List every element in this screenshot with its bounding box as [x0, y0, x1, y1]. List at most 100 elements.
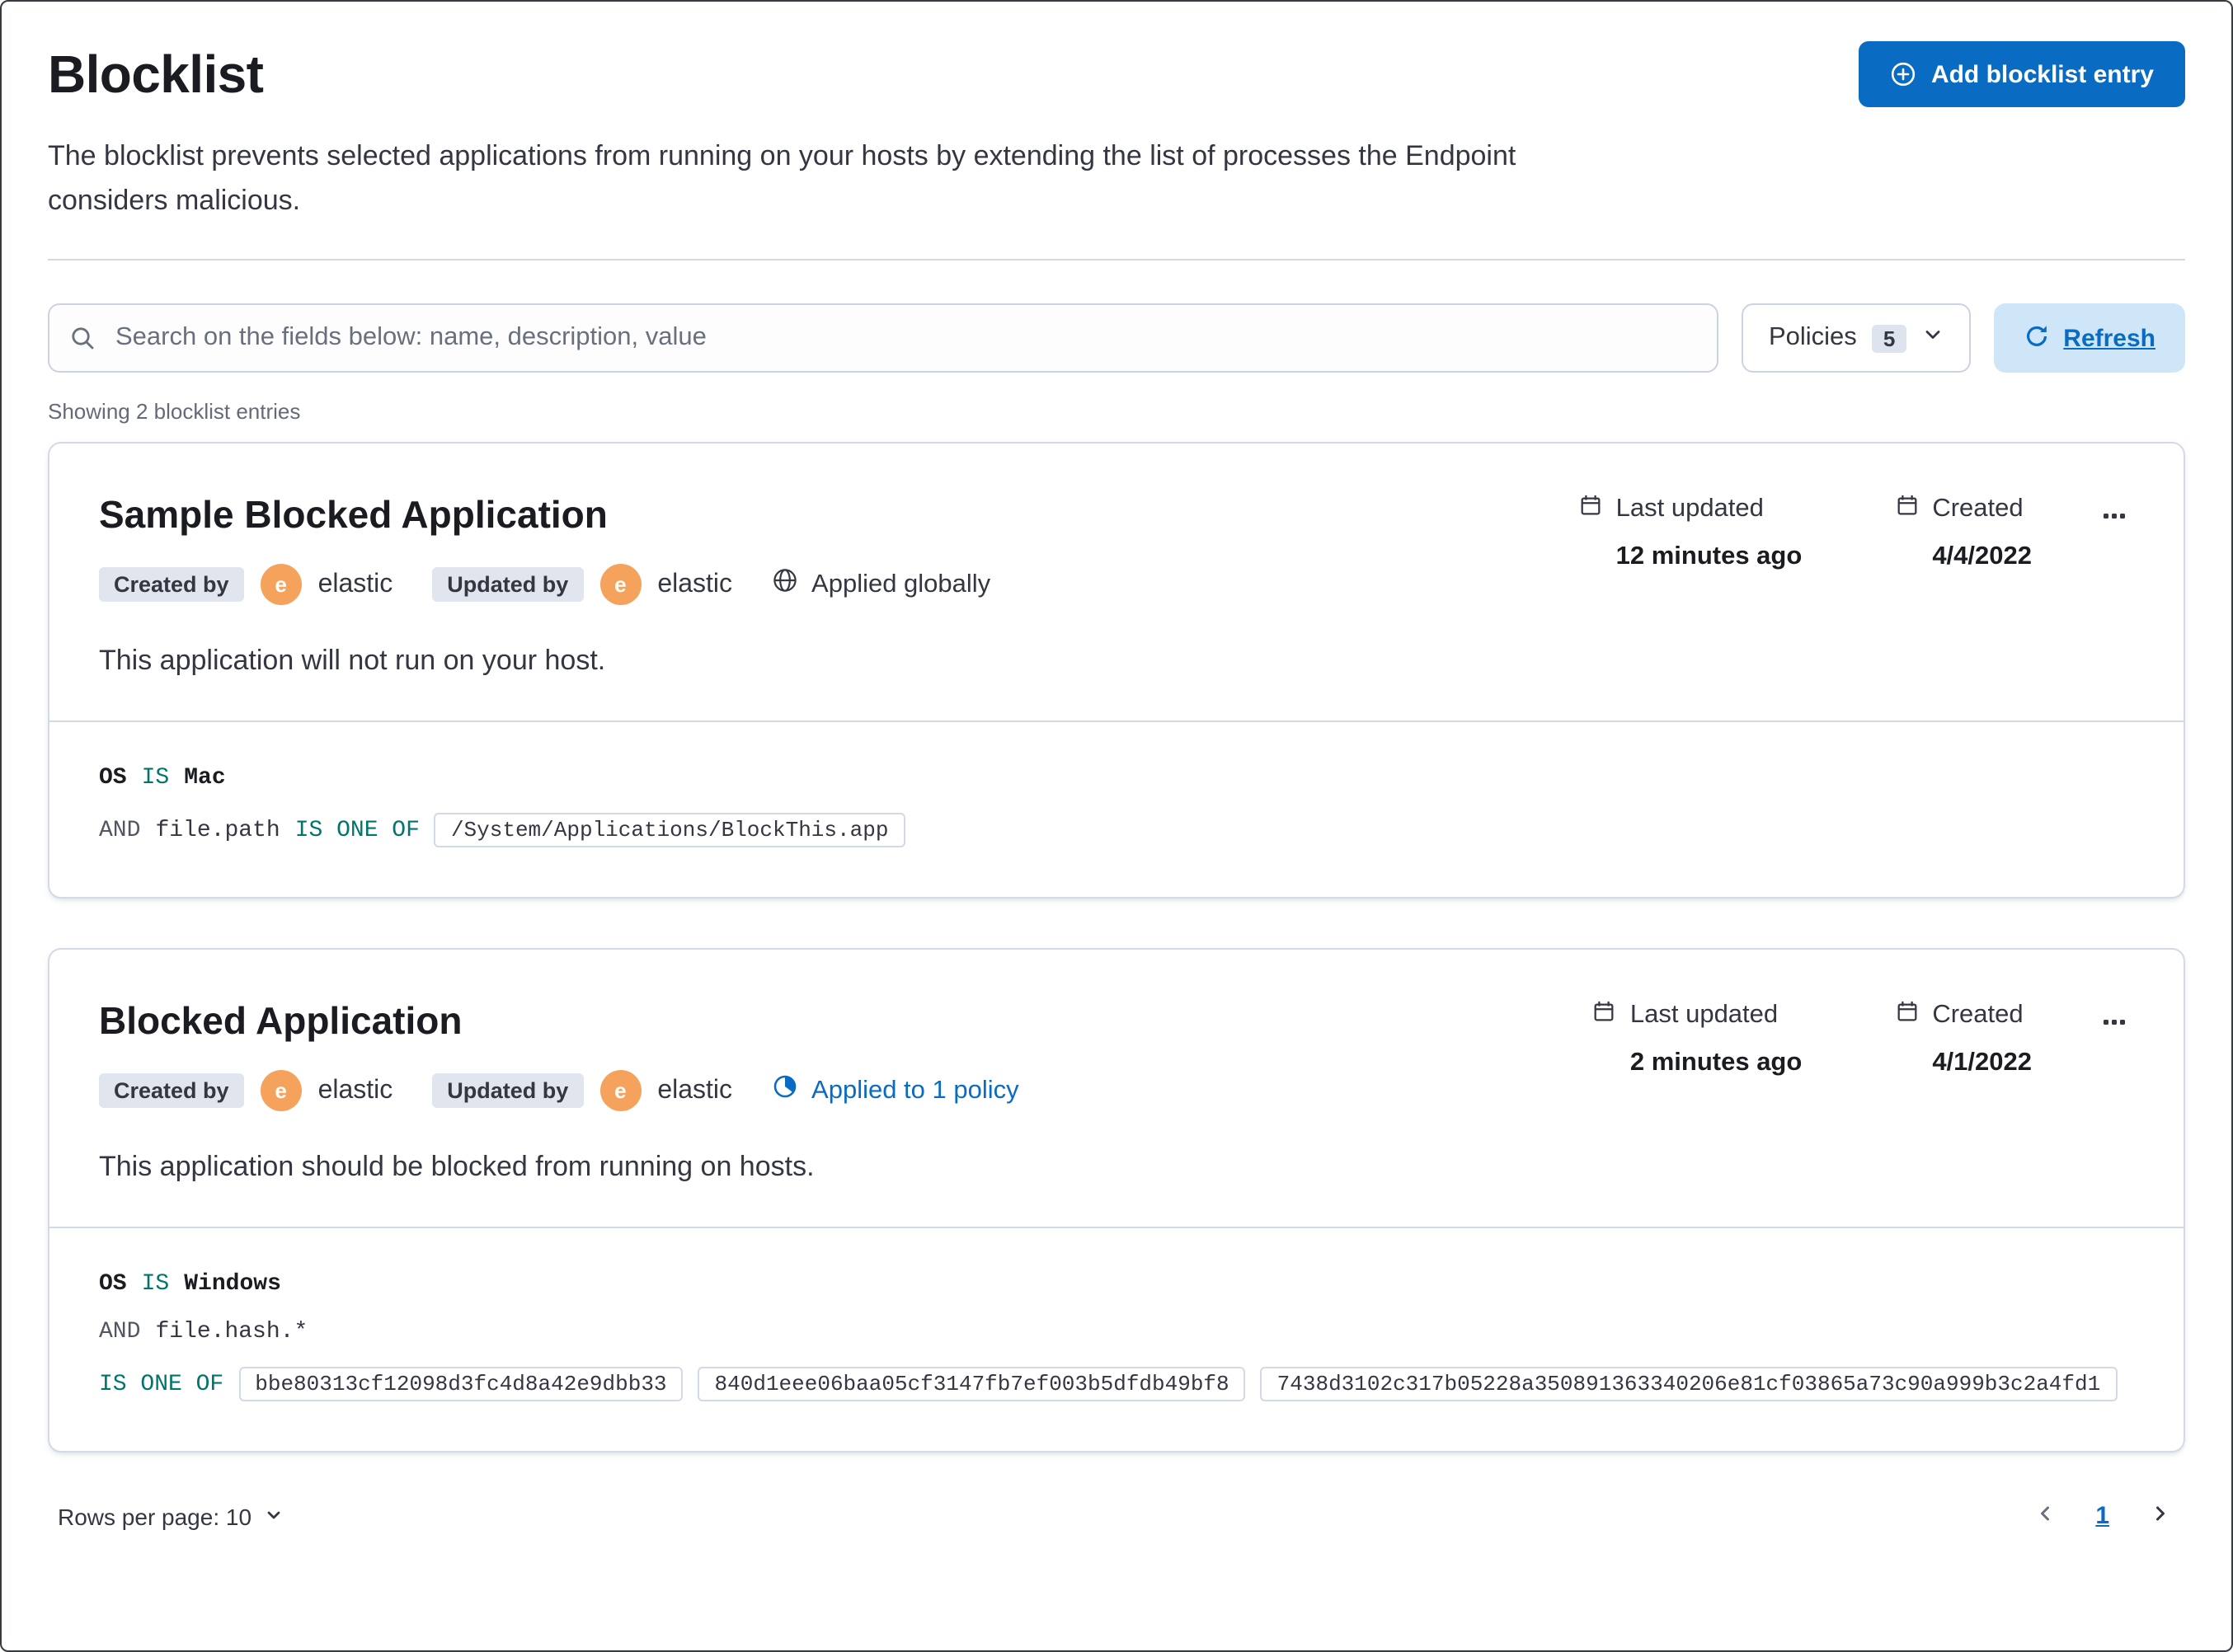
criteria-plain-token: file.hash.* [155, 1319, 308, 1346]
created-column: Created 4/4/2022 [1894, 494, 2032, 573]
add-blocklist-entry-label: Add blocklist entry [1930, 60, 2154, 88]
table-footer: Rows per page: 10 1 [48, 1496, 2185, 1547]
applied-policy-link[interactable]: Applied to 1 policy [772, 1074, 1019, 1109]
next-page-button[interactable] [2142, 1496, 2179, 1537]
last-updated-label: Last updated [1629, 1001, 1779, 1030]
entry-meta-row: Created by e elastic Updated by e elasti… [99, 564, 990, 606]
updated-by-badge: Updated by [432, 567, 584, 603]
calendar-icon [1578, 494, 1603, 527]
criteria-line: AND file.path IS ONE OF/System/Application… [99, 813, 2134, 848]
criteria-conj-token: AND [99, 817, 141, 844]
last-updated-column: Last updated 12 minutes ago [1578, 494, 1803, 573]
boxes-horizontal-icon [2101, 510, 2127, 535]
entry-card-header: Blocked Application Created by e elastic… [49, 950, 2184, 1112]
criteria-op-token: IS [141, 1271, 170, 1298]
created-by-badge: Created by [99, 1073, 244, 1109]
page-description: The blocklist prevents selected applicat… [48, 140, 1516, 217]
last-updated-label: Last updated [1615, 495, 1764, 523]
entry-description: This application should be blocked from … [99, 1151, 815, 1183]
entry-actions-menu-button[interactable] [2094, 1003, 2134, 1048]
scale-wrapper: Blocklist Add blocklist entry The blockl… [0, 0, 2233, 1652]
avatar: e [599, 564, 642, 606]
globe-icon [772, 568, 798, 603]
criteria-op-token: IS [141, 765, 170, 792]
header-divider [48, 259, 2185, 261]
avatar: e [599, 1070, 642, 1112]
criteria-value-box: bbe80313cf12098d3fc4d8a42e9dbb33 [238, 1367, 684, 1402]
criteria-line: OS IS Mac [99, 766, 2134, 792]
refresh-icon [2024, 323, 2050, 354]
criteria-field-token: OS [99, 1271, 127, 1298]
criteria-line: AND file.hash.* [99, 1320, 2134, 1346]
created-label: Created [1932, 495, 2024, 523]
entry-card-header-left: Blocked Application Created by e elastic… [99, 1000, 1019, 1112]
updated-by-name: elastic [657, 1076, 733, 1105]
app-window: Blocklist Add blocklist entry The blockl… [0, 0, 2233, 1652]
calendar-icon [1894, 1000, 1919, 1033]
avatar: e [260, 1070, 302, 1112]
criteria-value-box: 7438d3102c317b05228a350891363340206e81cf… [1260, 1367, 2118, 1402]
criteria-value-token: Mac [184, 765, 226, 792]
chevron-left-icon [2033, 1503, 2056, 1531]
entry-title: Sample Blocked Application [99, 493, 608, 537]
search-box [48, 303, 1719, 373]
created-value: 4/1/2022 [1932, 1049, 2032, 1077]
blocklist-page: Blocklist Add blocklist entry The blockl… [2, 2, 2231, 1570]
controls-row: Policies 5 Refresh [48, 303, 2185, 373]
rows-per-page-label: Rows per page: 10 [58, 1503, 252, 1530]
entry-criteria: OS IS Windows AND file.hash.* IS ONE OF bbe803… [49, 1229, 2184, 1452]
entry-description: This application will not run on your ho… [99, 645, 606, 677]
avatar: e [260, 564, 302, 606]
entry-actions-menu-button[interactable] [2094, 497, 2134, 542]
criteria-value-token: Windows [184, 1271, 281, 1298]
pagination: 1 [2026, 1496, 2179, 1537]
calendar-icon [1592, 1000, 1617, 1033]
criteria-op-token: IS ONE OF [99, 1371, 224, 1398]
applied-scope-label: Applied to 1 policy [811, 1076, 1019, 1105]
criteria-value-box: /System/Applications/BlockThis.app [434, 813, 905, 848]
created-label: Created [1932, 1001, 2024, 1030]
search-icon [69, 326, 96, 360]
chevron-down-icon [263, 1504, 283, 1530]
created-value: 4/4/2022 [1932, 542, 2032, 571]
blocklist-entry-card: Blocked Application Created by e elastic… [48, 948, 2185, 1453]
policies-filter-button[interactable]: Policies 5 [1742, 303, 1972, 373]
applied-scope-label: Applied globally [811, 570, 991, 598]
entry-meta-row: Created by e elastic Updated by e elasti… [99, 1070, 1019, 1112]
last-updated-value: 12 minutes ago [1615, 542, 1803, 571]
entry-card-header-left: Sample Blocked Application Created by e … [99, 494, 990, 606]
refresh-label: Refresh [2063, 324, 2155, 353]
criteria-field-token: OS [99, 765, 127, 792]
created-by-badge: Created by [99, 567, 244, 603]
created-column: Created 4/1/2022 [1894, 1000, 2032, 1079]
page-1-button[interactable]: 1 [2089, 1499, 2116, 1534]
partial-policy-icon [772, 1074, 798, 1109]
criteria-line: IS ONE OF bbe80313cf12098d3fc4d8a42e9dbb3… [99, 1367, 2134, 1402]
criteria-plain-token: file.path [155, 817, 280, 844]
last-updated-value: 2 minutes ago [1629, 1049, 1803, 1077]
policies-filter-label: Policies [1768, 323, 1857, 352]
plus-in-circle-icon [1890, 61, 1916, 87]
created-by-name: elastic [317, 570, 393, 598]
updated-by-name: elastic [657, 570, 733, 598]
updated-by-badge: Updated by [432, 1073, 584, 1109]
refresh-button[interactable]: Refresh [1994, 303, 2185, 373]
applied-scope: Applied globally [772, 568, 990, 603]
search-input[interactable] [48, 303, 1719, 373]
previous-page-button[interactable] [2026, 1496, 2062, 1537]
entry-card-header-right: Last updated 2 minutes ago Created 4/1/2… [1592, 1000, 2134, 1079]
calendar-icon [1894, 494, 1919, 527]
last-updated-column: Last updated 2 minutes ago [1592, 1000, 1802, 1079]
entry-criteria: OS IS Mac AND file.path IS ONE OF/System/Appl… [49, 723, 2184, 898]
add-blocklist-entry-button[interactable]: Add blocklist entry [1858, 41, 2185, 107]
entry-card-header: Sample Blocked Application Created by e … [49, 444, 2184, 606]
entry-card-header-right: Last updated 12 minutes ago Created 4/4/… [1578, 494, 2134, 573]
entry-title: Blocked Application [99, 999, 463, 1043]
rows-per-page-button[interactable]: Rows per page: 10 [54, 1497, 286, 1537]
criteria-conj-token: AND [99, 1319, 141, 1346]
blocklist-entry-card: Sample Blocked Application Created by e … [48, 442, 2185, 899]
boxes-horizontal-icon [2101, 1016, 2127, 1041]
criteria-value-box: 840d1eee06baa05cf3147fb7ef003b5dfdb49bf8 [698, 1367, 1246, 1402]
created-by-name: elastic [317, 1076, 393, 1105]
page-header: Blocklist Add blocklist entry [48, 41, 2185, 107]
